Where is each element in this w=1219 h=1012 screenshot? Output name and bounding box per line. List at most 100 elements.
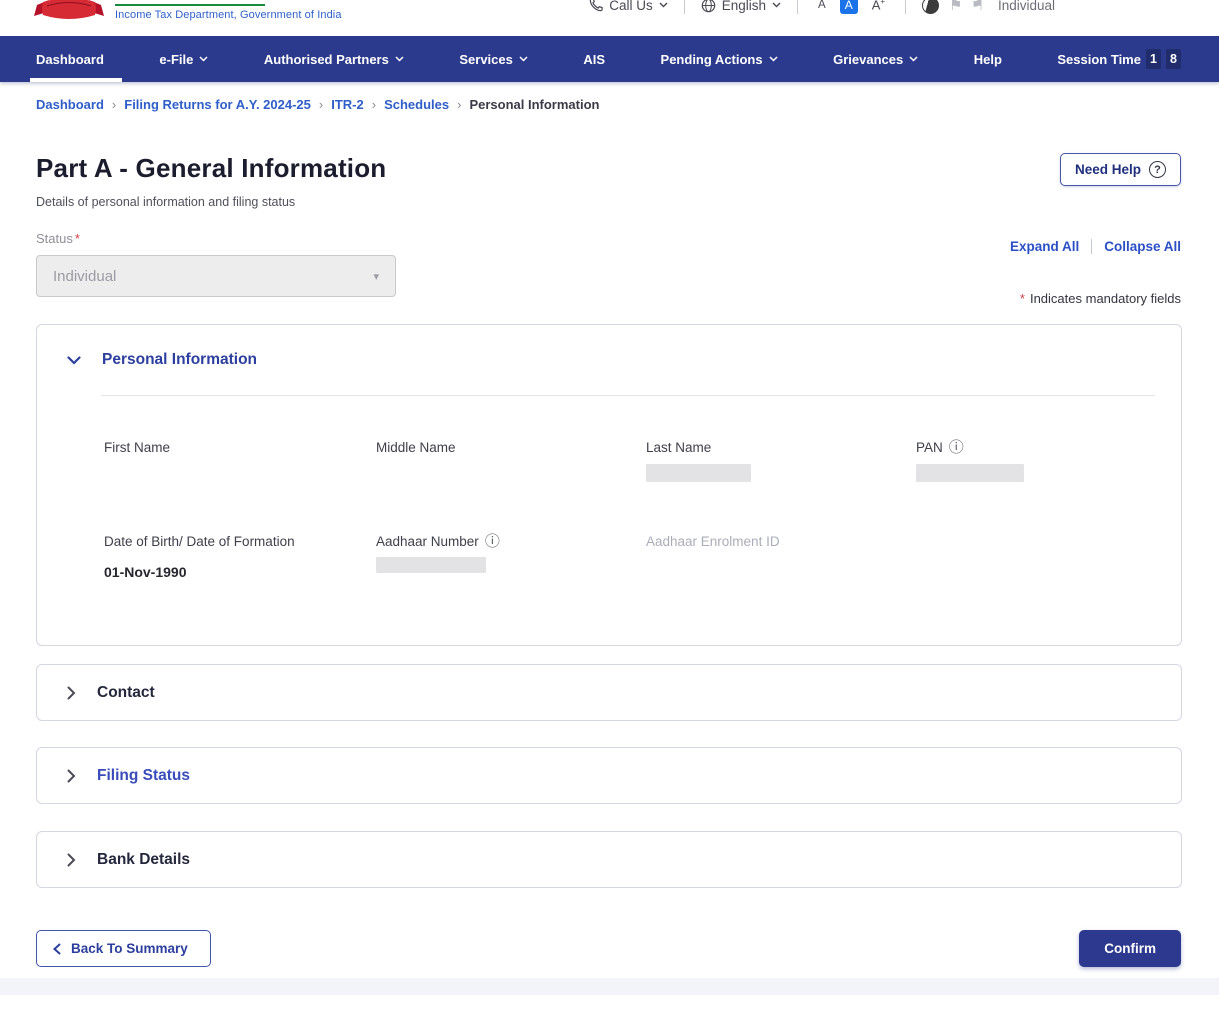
divider bbox=[905, 0, 907, 14]
page-title: Part A - General Information bbox=[36, 153, 387, 183]
font-size-default-button[interactable]: A bbox=[839, 0, 858, 14]
language-menu[interactable]: English bbox=[701, 0, 781, 13]
session-digit: 8 bbox=[1165, 49, 1181, 69]
status-selected-value: Individual bbox=[53, 267, 117, 285]
status-label: Status * bbox=[36, 231, 396, 246]
site-logo[interactable]: Income Tax Department, Government of Ind… bbox=[33, 0, 342, 24]
nav-item-dashboard[interactable]: Dashboard bbox=[30, 36, 122, 82]
chevron-down-icon bbox=[519, 56, 528, 62]
language-label: English bbox=[721, 0, 767, 13]
chevron-down-icon bbox=[909, 56, 918, 62]
personal-info-row-2: Date of Birth/ Date of Formation 01-Nov-… bbox=[37, 482, 1181, 580]
back-to-summary-button[interactable]: Back To Summary bbox=[36, 930, 211, 967]
info-icon[interactable]: ⓘ bbox=[949, 440, 964, 455]
nav-label: Authorised Partners bbox=[263, 51, 389, 67]
breadcrumb-itr2[interactable]: ITR-2 bbox=[331, 97, 364, 112]
middle-name-label: Middle Name bbox=[376, 440, 456, 455]
dob-label: Date of Birth/ Date of Formation bbox=[104, 534, 295, 549]
required-asterisk: * bbox=[74, 231, 80, 246]
nav-item-services[interactable]: Services bbox=[459, 36, 528, 82]
aadhaar-number-label: Aadhaar Number ⓘ bbox=[376, 534, 646, 549]
breadcrumb-current-page: Personal Information bbox=[469, 97, 600, 112]
last-name-label: Last Name bbox=[646, 440, 712, 455]
nav-item-efile[interactable]: e-File bbox=[159, 36, 208, 82]
font-size-decrease-button[interactable]: A bbox=[814, 0, 830, 12]
need-help-button[interactable]: Need Help ? bbox=[1059, 153, 1181, 186]
status-row: Status * Individual ▾ Expand All Collapse… bbox=[36, 231, 1181, 306]
aadhaar-enrolment-label: Aadhaar Enrolment ID bbox=[646, 534, 780, 549]
first-name-field: First Name bbox=[104, 440, 376, 482]
section-bank-details: Bank Details bbox=[36, 831, 1182, 888]
contrast-toggle-icon[interactable] bbox=[922, 0, 940, 14]
breadcrumb-filing-returns[interactable]: Filing Returns for A.Y. 2024-25 bbox=[124, 97, 311, 112]
bottom-actions: Back To Summary Confirm bbox=[36, 930, 1181, 967]
chevron-down-icon bbox=[659, 2, 668, 8]
chevron-down-icon bbox=[67, 355, 81, 365]
pan-label: PAN ⓘ bbox=[916, 440, 1161, 455]
call-us-label: Call Us bbox=[609, 0, 653, 13]
expand-all-link[interactable]: Expand All bbox=[1010, 239, 1079, 254]
nav-label: Dashboard bbox=[36, 51, 104, 67]
chevron-down-icon bbox=[772, 2, 781, 8]
filing-status-header[interactable]: Filing Status bbox=[37, 767, 190, 785]
session-timer: Session Time 1 8 bbox=[1057, 49, 1181, 69]
flag-icon: ⚑ bbox=[949, 0, 963, 14]
contact-header[interactable]: Contact bbox=[37, 684, 155, 702]
call-us-menu[interactable]: Call Us bbox=[589, 0, 668, 13]
status-label-text: Status bbox=[36, 231, 73, 246]
nav-label: Pending Actions bbox=[660, 51, 763, 67]
flag-icon: ⚑ bbox=[970, 0, 984, 14]
confirm-button[interactable]: Confirm bbox=[1079, 930, 1181, 967]
collapse-all-link[interactable]: Collapse All bbox=[1104, 239, 1181, 254]
itd-emblem-icon bbox=[34, 0, 104, 19]
main-navbar: Dashboard e-File Authorised Partners Ser… bbox=[0, 36, 1219, 82]
empty-cell bbox=[916, 534, 1161, 580]
dob-value: 01-Nov-1990 bbox=[104, 564, 187, 580]
session-digit: 1 bbox=[1145, 49, 1161, 69]
mandatory-note-text: Indicates mandatory fields bbox=[1029, 291, 1181, 306]
chevron-left-icon bbox=[53, 943, 61, 954]
chevron-down-icon bbox=[769, 56, 778, 62]
info-icon[interactable]: ⓘ bbox=[485, 534, 500, 549]
user-type-badge[interactable]: Individual bbox=[998, 0, 1055, 13]
status-select[interactable]: Individual ▾ bbox=[36, 255, 396, 297]
logo-text: Income Tax Department, Government of Ind… bbox=[115, 4, 342, 21]
personal-info-row-1: First Name Middle Name Last Name PAN ⓘ bbox=[37, 396, 1181, 482]
session-time-label: Session Time bbox=[1057, 51, 1141, 67]
nav-item-authorised-partners[interactable]: Authorised Partners bbox=[264, 36, 404, 82]
aadhaar-label-text: Aadhaar Number bbox=[376, 534, 479, 549]
divider bbox=[1091, 239, 1093, 254]
accordion-sections: Personal Information First Name Middle N… bbox=[36, 324, 1182, 888]
chevron-right-icon bbox=[67, 686, 76, 699]
aadhaar-number-field: Aadhaar Number ⓘ bbox=[376, 534, 646, 580]
back-to-summary-label: Back To Summary bbox=[71, 941, 188, 956]
title-row: Part A - General Information Need Help ? bbox=[36, 153, 1181, 186]
expand-collapse-controls: Expand All Collapse All bbox=[1010, 239, 1181, 254]
bank-details-header[interactable]: Bank Details bbox=[37, 851, 190, 869]
pan-label-text: PAN bbox=[916, 440, 943, 455]
status-field-group: Status * Individual ▾ bbox=[36, 231, 396, 297]
breadcrumb-dashboard[interactable]: Dashboard bbox=[36, 97, 104, 112]
chevron-right-icon bbox=[67, 769, 76, 782]
personal-information-header[interactable]: Personal Information bbox=[37, 351, 1181, 369]
globe-icon bbox=[701, 0, 716, 12]
font-size-increase-button[interactable]: A+ bbox=[868, 0, 889, 14]
nav-label: Services bbox=[459, 51, 513, 67]
middle-name-field: Middle Name bbox=[376, 440, 646, 482]
nav-item-grievances[interactable]: Grievances bbox=[833, 36, 918, 82]
nav-item-ais[interactable]: AIS bbox=[583, 36, 605, 82]
top-header: Income Tax Department, Government of Ind… bbox=[0, 0, 1219, 36]
footer-strip bbox=[0, 978, 1219, 995]
mandatory-fields-note: * Indicates mandatory fields bbox=[1020, 291, 1181, 306]
header-utilities: Call Us English A A A+ ⚑ ⚑ Individual bbox=[589, 0, 1055, 14]
nav-item-help[interactable]: Help bbox=[974, 36, 1002, 82]
nav-label: AIS bbox=[583, 51, 606, 67]
page-subtitle: Details of personal information and fili… bbox=[36, 195, 296, 209]
dob-field: Date of Birth/ Date of Formation 01-Nov-… bbox=[104, 534, 376, 580]
section-title: Bank Details bbox=[97, 850, 191, 868]
breadcrumb-schedules[interactable]: Schedules bbox=[384, 97, 449, 112]
nav-item-pending-actions[interactable]: Pending Actions bbox=[661, 36, 778, 82]
plus-mark: + bbox=[880, 0, 886, 7]
section-contact: Contact bbox=[36, 664, 1182, 721]
nav-label: Help bbox=[973, 51, 1002, 67]
